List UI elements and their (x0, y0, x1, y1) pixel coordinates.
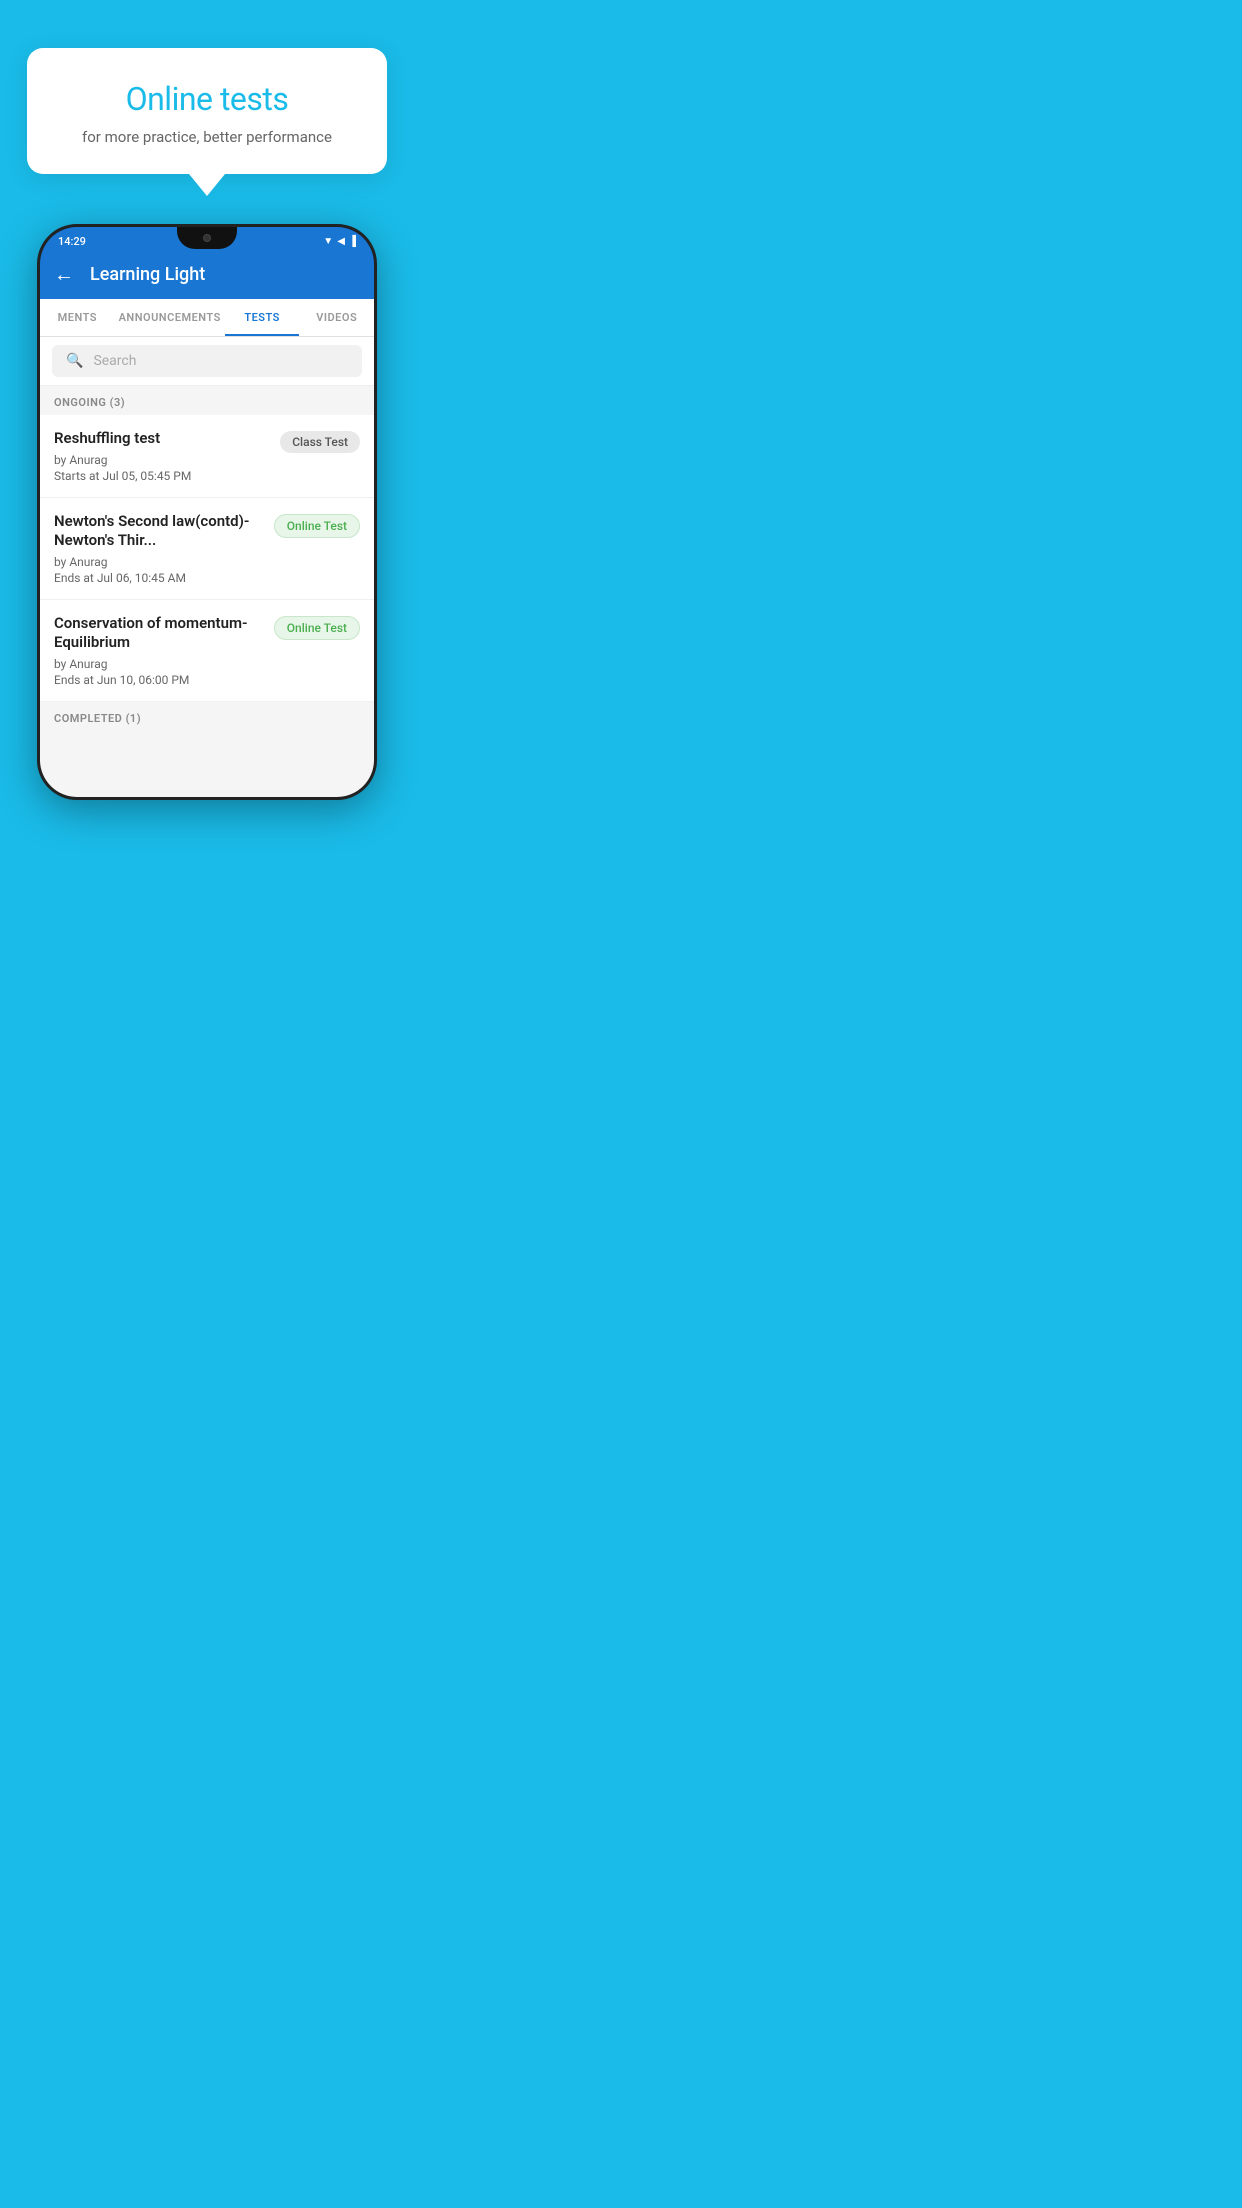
wifi-icon: ▼ (323, 236, 333, 247)
test-info: Reshuffling test by Anurag Starts at Jul… (54, 429, 270, 483)
test-author: by Anurag (54, 555, 264, 569)
phone-frame: 14:29 ▼ ◀ ▐ ← Learning Light MENTS ANNOU… (37, 224, 377, 800)
search-bar[interactable]: 🔍 Search (52, 345, 362, 377)
app-bar: ← Learning Light (40, 252, 374, 299)
search-icon: 🔍 (66, 353, 83, 369)
test-badge-online-2: Online Test (274, 616, 360, 640)
test-time: Starts at Jul 05, 05:45 PM (54, 469, 270, 483)
status-bar: 14:29 ▼ ◀ ▐ (40, 227, 374, 252)
test-list: Reshuffling test by Anurag Starts at Jul… (40, 415, 374, 702)
test-name: Newton's Second law(contd)-Newton's Thir… (54, 512, 264, 551)
tabs-bar: MENTS ANNOUNCEMENTS TESTS VIDEOS (40, 299, 374, 337)
phone-screen: 🔍 Search ONGOING (3) Reshuffling test by… (40, 337, 374, 797)
hero-section: Online tests for more practice, better p… (27, 48, 387, 196)
battery-icon: ▐ (349, 236, 356, 247)
test-item[interactable]: Conservation of momentum-Equilibrium by … (40, 600, 374, 702)
hero-title: Online tests (67, 80, 347, 118)
app-title: Learning Light (90, 264, 205, 285)
test-badge-class: Class Test (280, 431, 360, 453)
status-time: 14:29 (58, 235, 86, 248)
test-item[interactable]: Reshuffling test by Anurag Starts at Jul… (40, 415, 374, 498)
signal-icon: ◀ (337, 236, 345, 247)
speech-bubble: Online tests for more practice, better p… (27, 48, 387, 174)
test-author: by Anurag (54, 453, 270, 467)
search-container[interactable]: 🔍 Search (40, 337, 374, 386)
search-placeholder: Search (93, 353, 136, 369)
tab-ments[interactable]: MENTS (40, 299, 115, 336)
test-author: by Anurag (54, 657, 264, 671)
test-name: Conservation of momentum-Equilibrium (54, 614, 264, 653)
test-name: Reshuffling test (54, 429, 270, 449)
test-info: Conservation of momentum-Equilibrium by … (54, 614, 264, 687)
bubble-tail (189, 174, 225, 196)
phone-notch (177, 227, 237, 249)
completed-section-header: COMPLETED (1) (40, 702, 374, 731)
test-badge-online: Online Test (274, 514, 360, 538)
back-button[interactable]: ← (54, 262, 74, 287)
hero-subtitle: for more practice, better performance (67, 128, 347, 146)
camera (203, 234, 211, 242)
test-time: Ends at Jun 10, 06:00 PM (54, 673, 264, 687)
test-info: Newton's Second law(contd)-Newton's Thir… (54, 512, 264, 585)
tab-announcements[interactable]: ANNOUNCEMENTS (115, 299, 225, 336)
test-time: Ends at Jul 06, 10:45 AM (54, 571, 264, 585)
test-item[interactable]: Newton's Second law(contd)-Newton's Thir… (40, 498, 374, 600)
ongoing-section-header: ONGOING (3) (40, 386, 374, 415)
tab-videos[interactable]: VIDEOS (299, 299, 374, 336)
status-icons: ▼ ◀ ▐ (323, 236, 356, 247)
tab-tests[interactable]: TESTS (225, 299, 300, 336)
